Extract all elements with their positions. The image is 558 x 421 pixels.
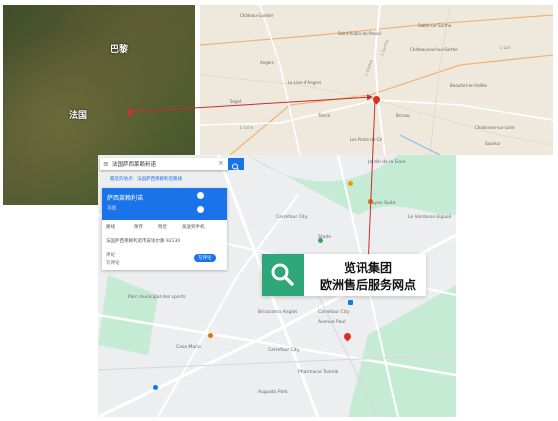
town-label: Tiercé — [318, 113, 331, 118]
map-place-label: Le Verdasso Elgusé — [408, 215, 452, 220]
directions-button[interactable]: 路线 — [106, 224, 115, 230]
place-name: 萨西莱赖利诺 — [107, 195, 144, 202]
park-pin-icon[interactable] — [318, 238, 323, 243]
town-label: Chalonnes-sur-Loire — [475, 125, 515, 130]
map-place-label: Carrefour City — [276, 215, 308, 220]
store-pin-icon[interactable] — [368, 199, 373, 204]
town-label: Angers — [260, 60, 274, 65]
place-card-header: 萨西莱赖利诺 法国 — [102, 188, 227, 220]
map-place-label: Casa Mario — [176, 345, 201, 350]
location-marker-icon — [127, 109, 133, 115]
map-place-label: Augusto Park — [258, 390, 288, 395]
nearby-button[interactable]: 附近 — [158, 224, 167, 230]
town-label: Saint-Aubin-du-Pavail — [338, 31, 381, 36]
map-place-label: Carrefour City — [268, 348, 300, 353]
place-card: 萨西莱赖利诺 法国 路线 保存 附近 发送到手机 法国萨西莱赖利诺市皮埃尔路 9… — [102, 188, 227, 270]
town-label: Les Ponts-de-Cé — [350, 137, 383, 142]
label-paris: 巴黎 — [110, 45, 129, 55]
map-place-label: Bricorama Anglet — [258, 310, 298, 315]
label-france: 法国 — [69, 111, 88, 121]
town-label: Segré — [230, 99, 242, 104]
recent-search-link[interactable]: 最近的地点：法国萨西莱赖利诺路线 — [110, 176, 182, 182]
save-icon[interactable] — [197, 206, 204, 213]
place-pin-icon[interactable] — [153, 385, 158, 390]
search-input-value: 法国萨西莱赖利诺 — [112, 162, 157, 168]
town-label: Sablé-sur-Sarthe — [418, 23, 452, 28]
place-actions: 路线 保存 附近 发送到手机 — [106, 224, 224, 232]
send-to-phone-button[interactable]: 发送到手机 — [182, 224, 205, 230]
store-pin-icon[interactable] — [208, 333, 213, 338]
service-point-callout: 览讯集团 欧洲售后服务网点 — [262, 254, 426, 296]
place-type: 法国 — [107, 206, 116, 211]
search-button[interactable] — [228, 158, 244, 171]
callout-icon-box — [262, 254, 304, 296]
road-map: Château-Gontier Sablé-sur-Sarthe Saint-A… — [200, 5, 553, 155]
town-label: Châteauneuf-sur-Sarthe — [410, 47, 458, 52]
map-place-label: Pharmacie Tosmik — [298, 370, 339, 375]
map-place-label: Jardin de la Gare — [368, 160, 406, 165]
close-icon[interactable]: × — [218, 159, 224, 167]
search-input[interactable]: ≡ 法国萨西莱赖利诺 × — [100, 158, 228, 170]
search-icon — [271, 263, 294, 286]
town-label: Beaufort-en-Vallée — [450, 83, 487, 88]
road-map-roads — [200, 5, 553, 155]
town-label: Château-Gontier — [240, 13, 274, 18]
map-place-label: Avenue Paul — [318, 320, 346, 325]
store-pin-icon[interactable] — [348, 181, 353, 186]
road-label: L-Loir — [500, 45, 511, 50]
write-review-text: 写评论 — [106, 261, 120, 266]
menu-icon[interactable]: ≡ — [103, 160, 109, 168]
write-review-button[interactable]: 写评论 — [194, 254, 216, 262]
place-address: 法国萨西莱赖利诺市皮埃尔路 92130 — [106, 239, 181, 244]
road-label: L-Loire — [240, 125, 254, 130]
town-label: Saumur — [485, 141, 501, 146]
callout-subtitle: 欧洲售后服务网点 — [319, 278, 416, 292]
save-button[interactable]: 保存 — [134, 224, 143, 230]
reviews-label: 评论 — [106, 253, 115, 258]
map-place-label: Carrefour City — [318, 310, 350, 315]
town-label: Brissac — [396, 113, 411, 118]
callout-title: 览讯集团 — [343, 261, 392, 275]
search-icon — [232, 163, 240, 171]
directions-icon[interactable] — [197, 192, 204, 199]
town-label: Le Lion-d'Angers — [288, 80, 322, 85]
map-place-label: Parc municipal des sports — [128, 295, 186, 300]
transit-icon[interactable] — [348, 300, 353, 305]
